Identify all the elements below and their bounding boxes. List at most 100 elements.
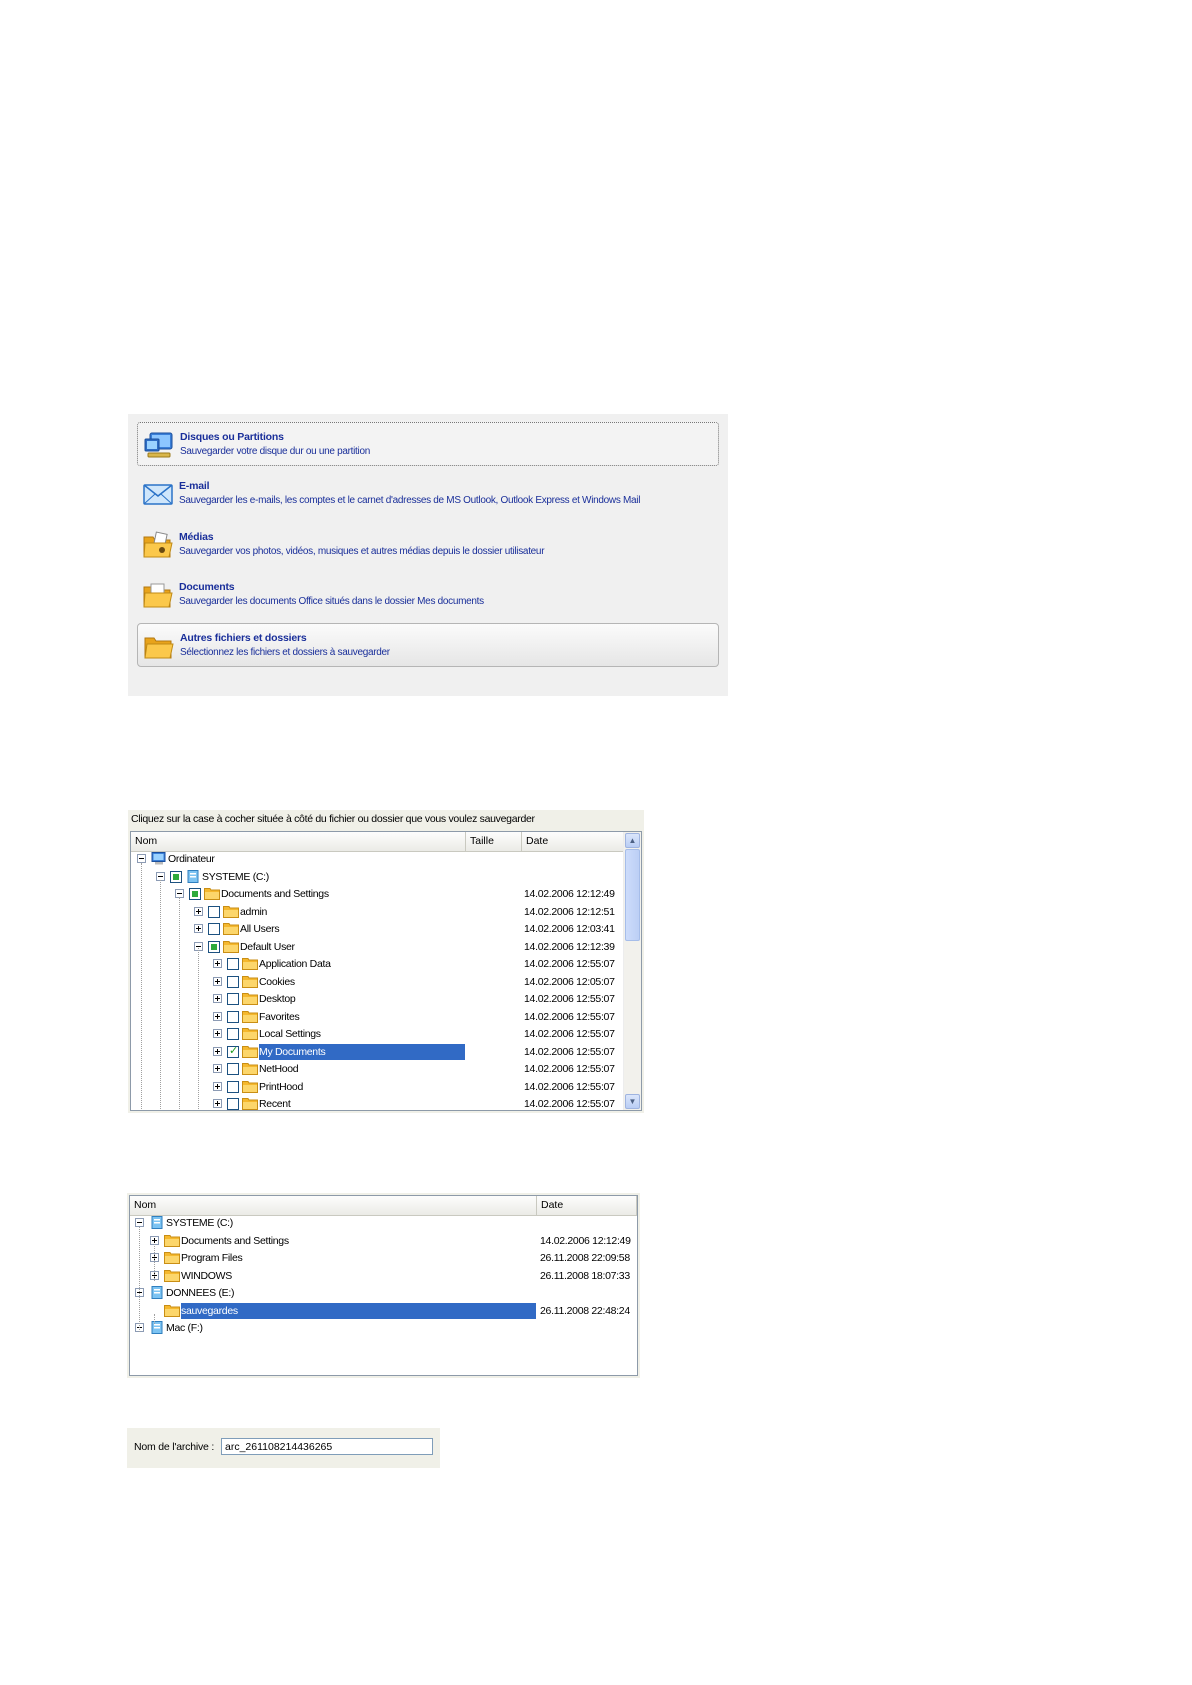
tree-row[interactable]: NetHood 14.02.2006 12:55:07 [131,1061,625,1078]
tree-item-name[interactable]: Default User [240,939,295,955]
tree-row[interactable]: sauvegardes 26.11.2008 22:48:24 [130,1302,637,1320]
expand-icon[interactable] [213,959,222,968]
tree-item-name[interactable]: PrintHood [259,1079,303,1095]
tree-item-date: 14.02.2006 12:03:41 [524,923,615,935]
checkbox[interactable] [227,1044,239,1058]
tree-item-name[interactable]: Recent [259,1096,291,1110]
checkbox[interactable] [227,1063,239,1075]
checkbox[interactable] [227,1028,239,1040]
tree-item-date: 14.02.2006 12:55:07 [524,1010,615,1023]
checkbox[interactable] [208,905,220,918]
tree-item-name[interactable]: WINDOWS [181,1268,232,1284]
tree-row[interactable]: SYSTEME (C:) [130,1215,637,1232]
tree-item-name[interactable]: Mac (F:) [166,1320,203,1336]
checkbox[interactable] [208,923,220,935]
tree-row[interactable]: Cookies 14.02.2006 12:05:07 [131,974,625,991]
file-tree-scrollbar[interactable]: ▲ ▼ [623,832,641,1110]
scroll-thumb[interactable] [625,849,640,941]
tree-item-name[interactable]: Documents and Settings [181,1233,289,1249]
expand-icon[interactable] [213,1029,222,1038]
tree-item-name[interactable]: sauvegardes [181,1302,536,1319]
tree-row[interactable]: Favorites 14.02.2006 12:55:07 [131,1009,625,1026]
backup-type-4[interactable]: Documents Sauvegarder les documents Offic… [137,573,719,617]
tree-item-name[interactable]: All Users [240,921,280,937]
tree-item-name[interactable]: NetHood [259,1061,299,1077]
tree-row[interactable]: Mac (F:) [130,1320,637,1337]
tree-row[interactable]: Ordinateur [131,851,625,868]
backup-type-description: Sauvegarder vos photos, vidéos, musiques… [179,546,545,557]
tree-row[interactable]: Program Files 26.11.2008 22:09:58 [130,1250,637,1267]
tree-row[interactable]: DONNEES (E:) [130,1285,637,1302]
tree-row[interactable]: All Users 14.02.2006 12:03:41 [131,921,625,938]
collapse-icon[interactable] [137,854,146,863]
folder-icon [164,1234,180,1247]
file-tree-rows: Ordinateur SYSTEME (C:) Documents and Sett… [131,851,625,1110]
tree-row[interactable]: PrintHood 14.02.2006 12:55:07 [131,1079,625,1096]
scroll-down-button[interactable]: ▼ [625,1094,640,1109]
expand-icon[interactable] [213,1081,222,1091]
checkbox[interactable] [208,940,220,953]
tree-row[interactable]: admin 14.02.2006 12:12:51 [131,904,625,921]
tree-item-name[interactable]: Favorites [259,1009,300,1025]
tree-row[interactable]: My Documents 14.02.2006 12:55:07 [131,1043,625,1061]
expand-icon[interactable] [194,906,203,916]
tree-row[interactable]: SYSTEME (C:) [131,869,625,886]
tree-row[interactable]: Recent 14.02.2006 12:55:07 [131,1096,625,1110]
destination-tree-header: Nom Date [130,1196,637,1216]
checkbox[interactable] [227,1010,239,1023]
tree-item-name[interactable]: Local Settings [259,1026,321,1042]
folder-icon [164,1251,180,1264]
tree-row[interactable]: Documents and Settings 14.02.2006 12:12:4… [130,1233,637,1250]
tree-item-name[interactable]: Documents and Settings [221,886,329,902]
tree-row[interactable]: Local Settings 14.02.2006 12:55:07 [131,1026,625,1043]
tree-item-name[interactable]: admin [240,904,267,920]
tree-row[interactable]: Default User 14.02.2006 12:12:39 [131,939,625,956]
tree-item-name[interactable]: My Documents [259,1043,465,1060]
tree-item-name[interactable]: Application Data [259,956,331,972]
tree-row[interactable]: Application Data 14.02.2006 12:55:07 [131,956,625,973]
column-header-name[interactable]: Nom [131,832,466,851]
tree-item-name[interactable]: SYSTEME (C:) [166,1215,233,1231]
expand-icon[interactable] [213,1011,222,1021]
tree-row[interactable]: WINDOWS 26.11.2008 18:07:33 [130,1268,637,1285]
expand-icon[interactable] [213,1099,222,1108]
archive-name-input[interactable] [221,1438,433,1455]
tree-row[interactable]: Desktop 14.02.2006 12:55:07 [131,991,625,1008]
tree-guide-line [141,863,142,1110]
checkbox[interactable] [227,1080,239,1093]
expand-icon[interactable] [213,994,222,1003]
backup-type-5[interactable]: Autres fichiers et dossiers Sélectionnez … [137,623,719,667]
expand-icon[interactable] [213,1046,222,1056]
backup-type-2[interactable]: E-mail Sauvegarder les e-mails, les compt… [137,472,719,516]
expand-icon[interactable] [213,976,222,986]
scroll-up-button[interactable]: ▲ [625,833,640,848]
tree-item-name[interactable]: Desktop [259,991,296,1007]
backup-type-title: Médias [179,531,214,543]
tree-item-name[interactable]: Ordinateur [168,851,215,867]
column-header-date[interactable]: Date [537,1196,637,1215]
collapse-icon[interactable] [135,1218,144,1227]
backup-type-1[interactable]: Disques ou Partitions Sauvegarder votre d… [137,422,719,466]
column-header-name[interactable]: Nom [130,1196,537,1215]
destination-tree[interactable]: Nom Date SYSTEME (C:) Documents and Setti… [129,1195,638,1376]
checkbox[interactable] [227,958,239,970]
archive-name-label: Nom de l'archive : [134,1441,215,1453]
tree-item-name[interactable]: DONNEES (E:) [166,1285,234,1301]
folder-icon [242,1045,258,1058]
backup-type-3[interactable]: Médias Sauvegarder vos photos, vidéos, mu… [137,523,719,567]
checkbox[interactable] [227,993,239,1005]
tree-item-name[interactable]: Program Files [181,1250,243,1266]
file-tree[interactable]: Nom Taille Date Ordinateur SYSTEME (C:) Do… [130,831,642,1111]
expand-icon[interactable] [194,924,203,933]
expand-icon[interactable] [213,1064,222,1073]
tree-item-date: 14.02.2006 12:12:39 [524,940,615,953]
tree-row[interactable]: Documents and Settings 14.02.2006 12:12:4… [131,886,625,903]
checkbox[interactable] [189,888,201,900]
tree-item-name[interactable]: SYSTEME (C:) [202,869,269,885]
checkbox[interactable] [227,975,239,988]
column-header-size[interactable]: Taille [466,832,522,851]
checkbox[interactable] [227,1098,239,1110]
checkbox[interactable] [170,870,182,883]
column-header-date[interactable]: Date [522,832,625,851]
tree-item-name[interactable]: Cookies [259,974,295,990]
